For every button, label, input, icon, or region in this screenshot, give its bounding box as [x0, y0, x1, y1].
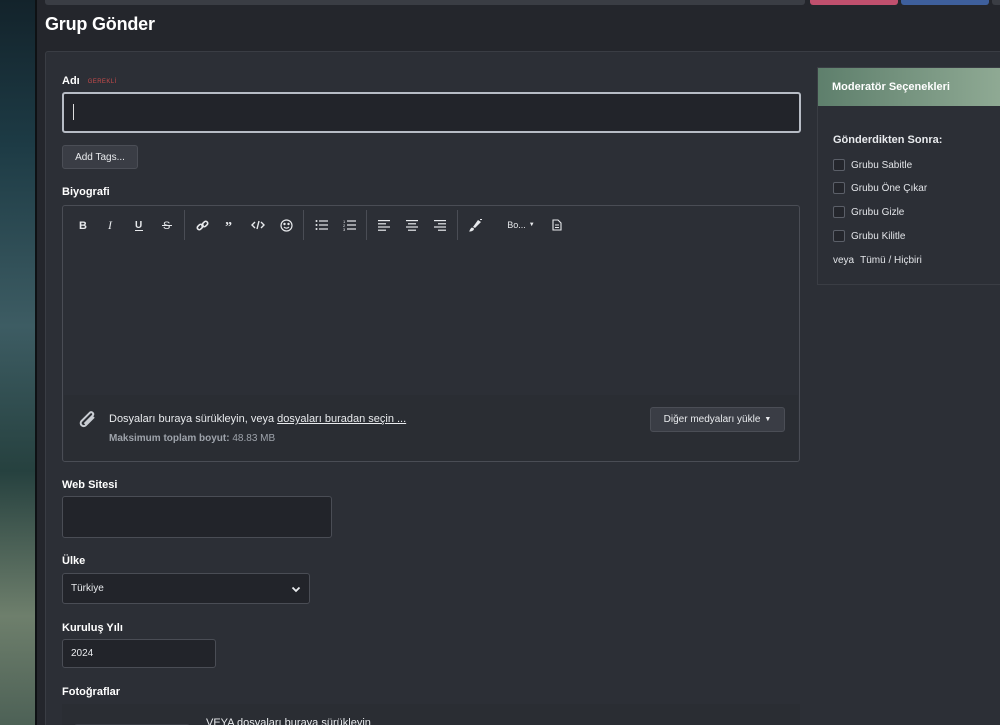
desktop-background — [0, 0, 37, 725]
align-left-icon[interactable] — [370, 211, 398, 239]
svg-text:I: I — [107, 219, 113, 231]
option-hide-group[interactable]: Grubu Gizle — [833, 206, 904, 218]
toolbar-divider — [366, 210, 367, 240]
underline-icon[interactable]: U — [125, 211, 153, 239]
quote-icon[interactable]: ” — [216, 211, 244, 239]
option-pin-group[interactable]: Grubu Sabitle — [833, 159, 912, 171]
after-submit-label: Gönderdikten Sonra: — [833, 134, 943, 146]
founded-value: 2024 — [71, 648, 94, 659]
option-label: Grubu Gizle — [851, 206, 905, 218]
font-family-dropdown[interactable]: Bo... ▼ — [499, 211, 543, 239]
photos-label: Fotoğraflar — [62, 686, 121, 698]
chevron-down-icon: ▼ — [528, 222, 535, 228]
checkbox[interactable] — [833, 182, 845, 194]
option-label: Grubu Öne Çıkar — [851, 182, 928, 194]
founded-label: Kuruluş Yılı — [62, 622, 123, 634]
svg-text:3: 3 — [343, 227, 346, 231]
svg-text:U: U — [135, 220, 142, 231]
bold-icon[interactable]: B — [69, 211, 97, 239]
toolbar-divider — [457, 210, 458, 240]
photos-dropzone[interactable]: VEYA dosyaları buraya sürükleyin — [62, 704, 800, 725]
toolbar-divider — [184, 210, 185, 240]
moderator-options-title: Moderatör Seçenekleri — [818, 68, 1000, 106]
website-input[interactable] — [62, 496, 332, 538]
country-label: Ülke — [62, 555, 86, 567]
checkbox[interactable] — [833, 159, 845, 171]
caret-down-icon: ▼ — [764, 416, 772, 423]
checkbox[interactable] — [833, 206, 845, 218]
editor-content-area[interactable] — [63, 244, 799, 394]
other-media-label: Diğer medyaları yükle — [663, 414, 761, 425]
top-toolbar-strip — [45, 0, 1000, 6]
strikethrough-icon[interactable]: S — [153, 211, 181, 239]
drop-text: Dosyaları buraya sürükleyin, veya dosyal… — [109, 413, 407, 425]
link-icon[interactable] — [188, 211, 216, 239]
website-label: Web Sitesi — [62, 479, 118, 491]
country-select[interactable]: Türkiye — [62, 573, 310, 604]
founded-year-input[interactable]: 2024 — [62, 639, 216, 668]
required-badge: GEREKLİ — [87, 79, 117, 85]
pink-action-button[interactable] — [810, 0, 898, 5]
max-size-text: Maksimum toplam boyut: 48.83 MB — [109, 433, 276, 444]
emoji-icon[interactable] — [272, 211, 300, 239]
paperclip-icon — [77, 408, 99, 437]
name-input[interactable] — [62, 92, 801, 133]
align-center-icon[interactable] — [398, 211, 426, 239]
option-lock-group[interactable]: Grubu Kilitle — [833, 230, 905, 242]
blue-action-button[interactable] — [901, 0, 989, 5]
bullet-list-icon[interactable] — [307, 211, 335, 239]
other-media-upload-button[interactable]: Diğer medyaları yükle ▼ — [650, 407, 785, 432]
option-feature-group[interactable]: Grubu Öne Çıkar — [833, 182, 927, 194]
toolbar-divider — [303, 210, 304, 240]
chevron-down-icon — [291, 586, 301, 593]
name-label: Adı GEREKLİ — [62, 75, 117, 87]
option-label: Grubu Sabitle — [851, 159, 913, 171]
add-tags-button[interactable]: Add Tags... — [62, 145, 138, 169]
all-none-link[interactable]: Tümü / Hiçbiri — [860, 255, 922, 266]
select-all-none: veya Tümü / Hiçbiri — [833, 255, 922, 266]
paint-brush-icon[interactable] — [461, 211, 489, 239]
document-icon[interactable] — [543, 211, 571, 239]
country-value: Türkiye — [71, 583, 104, 594]
svg-text:B: B — [79, 220, 87, 231]
checkbox[interactable] — [833, 230, 845, 242]
bio-label: Biyografi — [62, 186, 110, 198]
numbered-list-icon[interactable]: 123 — [335, 211, 363, 239]
app-window: Grup Gönder Adı GEREKLİ Add Tags... Biyog… — [37, 0, 1000, 725]
code-icon[interactable] — [244, 211, 272, 239]
page-title: Grup Gönder — [45, 14, 155, 34]
align-right-icon[interactable] — [426, 211, 454, 239]
svg-text:”: ” — [225, 220, 232, 231]
or-label: veya — [833, 255, 855, 266]
bio-editor[interactable]: B I U S ” 123 Bo... ▼ Dosyaları buraya s… — [62, 205, 800, 462]
extra-toolbar-button[interactable] — [992, 0, 1000, 5]
font-dropdown-label: Bo... — [507, 220, 526, 230]
breadcrumb-bar[interactable] — [45, 0, 805, 5]
photos-drop-text: VEYA dosyaları buraya sürükleyin — [206, 717, 371, 725]
text-caret — [73, 104, 74, 120]
choose-files-link[interactable]: dosyaları buradan seçin ... — [277, 413, 406, 425]
editor-toolbar: B I U S ” 123 Bo... ▼ — [63, 206, 799, 244]
attachment-dropzone[interactable]: Dosyaları buraya sürükleyin, veya dosyal… — [64, 395, 798, 461]
option-label: Grubu Kilitle — [851, 230, 906, 242]
moderator-options-panel: Moderatör Seçenekleri Gönderdikten Sonra… — [817, 67, 1000, 285]
italic-icon[interactable]: I — [97, 211, 125, 239]
